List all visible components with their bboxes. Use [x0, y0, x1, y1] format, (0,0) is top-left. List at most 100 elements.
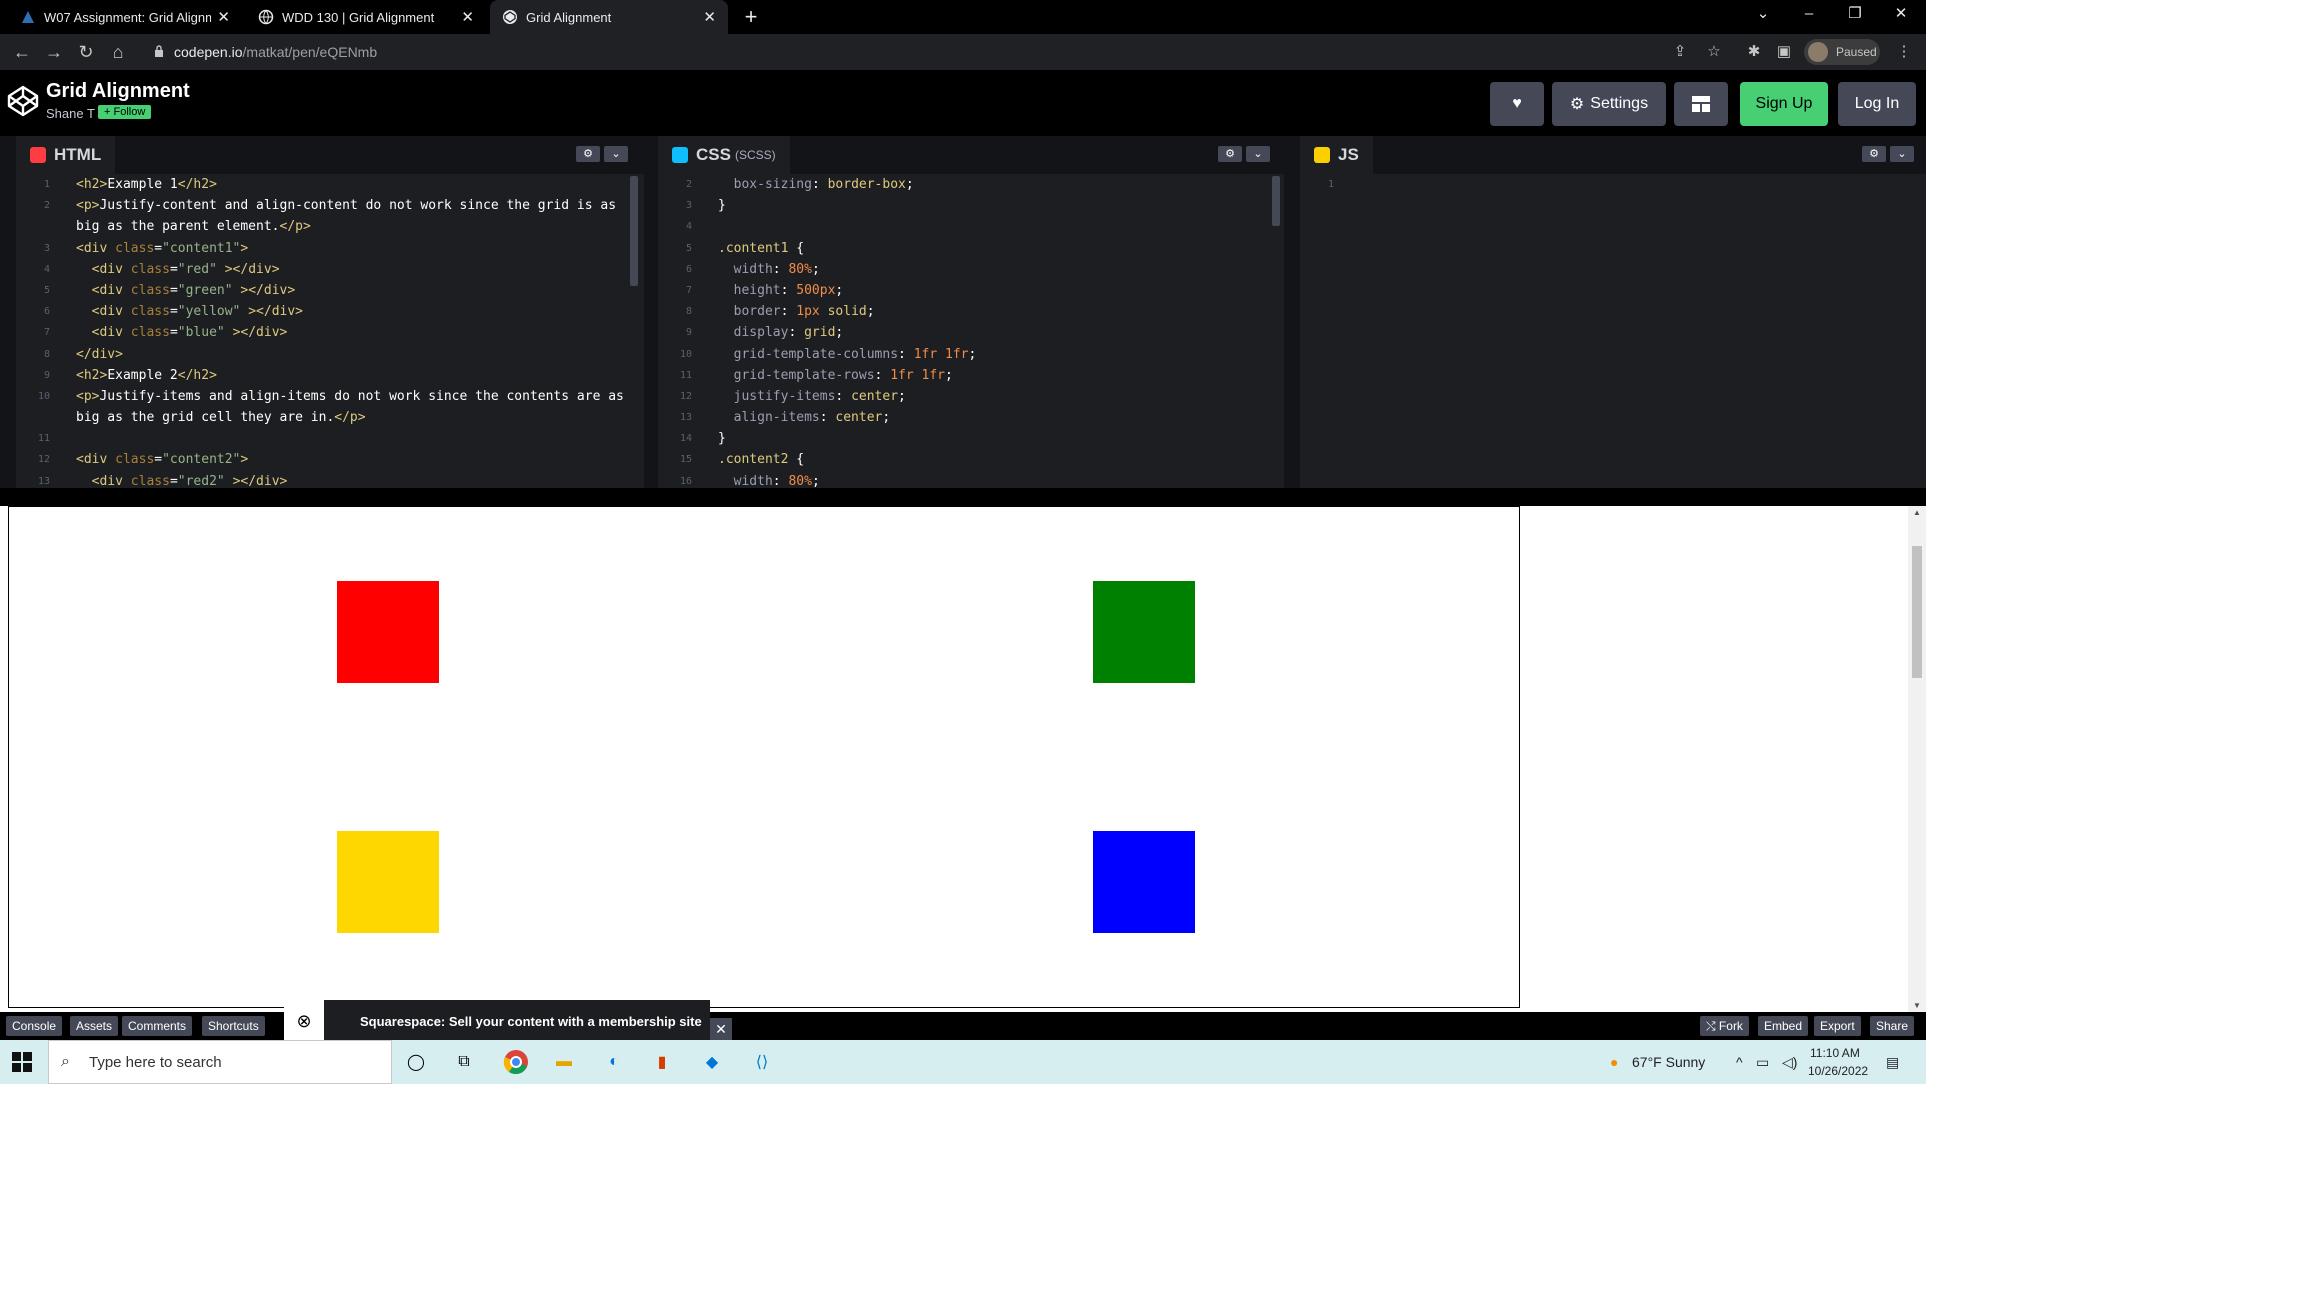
- html-scrollbar[interactable]: [630, 176, 638, 286]
- code-line[interactable]: 13 <div class="red2" ></div>: [16, 471, 644, 488]
- js-editor-tab[interactable]: JS: [1300, 136, 1373, 174]
- settings-button[interactable]: ⚙ Settings: [1552, 82, 1666, 126]
- fork-button[interactable]: ⤭ Fork: [1700, 1016, 1749, 1036]
- code-line[interactable]: 8 </div>: [16, 344, 644, 365]
- weather-text[interactable]: 67°F Sunny: [1632, 1054, 1705, 1070]
- css-code[interactable]: 2 box-sizing: border-box; 3} 4 5 .content1 {…: [658, 174, 1284, 488]
- edge-icon[interactable]: ◐: [600, 1048, 628, 1076]
- embed-button[interactable]: Embed: [1758, 1016, 1809, 1036]
- code-line[interactable]: 10 grid-template-columns: 1fr 1fr;: [658, 344, 1284, 365]
- chevron-down-icon[interactable]: ⌄: [604, 146, 628, 162]
- preview-resize-handle[interactable]: [0, 488, 1926, 506]
- reload-icon[interactable]: ↻: [74, 40, 98, 64]
- html-editor[interactable]: HTML ⚙ ⌄ 1 <h2>Example 1</h2> 2 <p>Justify-…: [16, 136, 644, 488]
- preview-scrollbar[interactable]: ▲ ▼: [1908, 506, 1926, 1012]
- office-icon[interactable]: ▮: [648, 1048, 676, 1076]
- code-line[interactable]: big as the grid cell they are in.</p>: [16, 407, 644, 428]
- code-line[interactable]: 13 align-items: center;: [658, 407, 1284, 428]
- side-panel-icon[interactable]: ▣: [1774, 42, 1794, 62]
- profile-button[interactable]: Paused: [1804, 39, 1880, 65]
- code-line[interactable]: 11: [16, 428, 644, 449]
- share-button[interactable]: Share: [1870, 1016, 1915, 1036]
- pen-author[interactable]: Shane T: [46, 106, 95, 121]
- forward-arrow-icon[interactable]: →: [42, 40, 66, 64]
- js-code[interactable]: 1: [1300, 174, 1926, 488]
- code-line[interactable]: 2 box-sizing: border-box;: [658, 174, 1284, 195]
- code-line[interactable]: 15 .content2 {: [658, 449, 1284, 470]
- code-line[interactable]: 3}: [658, 195, 1284, 216]
- code-line[interactable]: 6 <div class="yellow" ></div>: [16, 301, 644, 322]
- browser-tab-3-active[interactable]: Grid Alignment ✕: [490, 0, 728, 34]
- code-line[interactable]: 12 justify-items: center;: [658, 386, 1284, 407]
- shortcuts-button[interactable]: Shortcuts: [202, 1016, 265, 1036]
- code-line[interactable]: 3 <div class="content1">: [16, 238, 644, 259]
- code-line[interactable]: 7 height: 500px;: [658, 280, 1284, 301]
- ad-banner[interactable]: ⊗ Squarespace: Sell your content with a …: [284, 1000, 710, 1042]
- layout-button[interactable]: [1674, 82, 1728, 126]
- extensions-icon[interactable]: ✱: [1744, 42, 1764, 62]
- code-line[interactable]: 1: [1300, 174, 1926, 195]
- code-line[interactable]: 6 width: 80%;: [658, 259, 1284, 280]
- css-scrollbar[interactable]: [1272, 176, 1280, 226]
- code-line[interactable]: 16 width: 80%;: [658, 471, 1284, 488]
- code-line[interactable]: 5 <div class="green" ></div>: [16, 280, 644, 301]
- app-icon[interactable]: ◆: [698, 1048, 726, 1076]
- file-explorer-icon[interactable]: ▬: [550, 1048, 578, 1076]
- chrome-icon[interactable]: [502, 1048, 530, 1076]
- close-window-button[interactable]: ✕: [1878, 0, 1924, 30]
- back-arrow-icon[interactable]: ←: [10, 40, 34, 64]
- gear-icon[interactable]: ⚙: [1218, 146, 1242, 162]
- follow-button[interactable]: + Follow: [98, 105, 152, 119]
- code-line[interactable]: 11 grid-template-rows: 1fr 1fr;: [658, 365, 1284, 386]
- sign-up-button[interactable]: Sign Up: [1740, 82, 1828, 126]
- ad-close-button[interactable]: ✕: [710, 1018, 732, 1040]
- tray-chevron-icon[interactable]: ^: [1736, 1054, 1743, 1070]
- code-line[interactable]: 9 <h2>Example 2</h2>: [16, 365, 644, 386]
- taskbar-search-input[interactable]: ⌕ Type here to search: [48, 1040, 392, 1084]
- scroll-down-icon[interactable]: ▼: [1908, 1001, 1926, 1010]
- home-icon[interactable]: ⌂: [106, 40, 130, 64]
- close-icon[interactable]: ✕: [461, 8, 474, 26]
- code-line[interactable]: 1 <h2>Example 1</h2>: [16, 174, 644, 195]
- network-icon[interactable]: ▭: [1756, 1054, 1769, 1071]
- vscode-icon[interactable]: ⟨⟩: [748, 1048, 776, 1076]
- close-icon[interactable]: ✕: [217, 8, 230, 26]
- code-line[interactable]: 9 display: grid;: [658, 322, 1284, 343]
- volume-icon[interactable]: ◁): [1782, 1054, 1797, 1071]
- export-button[interactable]: Export: [1814, 1016, 1861, 1036]
- address-bar[interactable]: codepen.io/matkat/pen/eQENmb: [146, 38, 1726, 66]
- scroll-up-icon[interactable]: ▲: [1908, 508, 1926, 517]
- scroll-thumb[interactable]: [1912, 546, 1922, 678]
- css-editor[interactable]: CSS (SCSS) ⚙ ⌄ 2 box-sizing: border-box;…: [658, 136, 1284, 488]
- menu-dots-icon[interactable]: ⋮: [1894, 42, 1914, 62]
- gear-icon[interactable]: ⚙: [1862, 146, 1886, 162]
- cortana-icon[interactable]: ◯: [402, 1048, 430, 1076]
- css-editor-tab[interactable]: CSS (SCSS): [658, 136, 790, 174]
- tab-search-icon[interactable]: ⌄: [1740, 0, 1786, 30]
- clock-time[interactable]: 11:10 AM: [1810, 1046, 1860, 1060]
- code-line[interactable]: 8 border: 1px solid;: [658, 301, 1284, 322]
- console-button[interactable]: Console: [6, 1016, 63, 1036]
- codepen-logo-icon[interactable]: [6, 84, 40, 118]
- browser-tab-1[interactable]: W07 Assignment: Grid Alignment ✕: [8, 0, 242, 34]
- star-icon[interactable]: ☆: [1704, 42, 1724, 62]
- log-in-button[interactable]: Log In: [1838, 82, 1916, 126]
- windows-start-icon[interactable]: [10, 1050, 34, 1074]
- code-line[interactable]: 7 <div class="blue" ></div>: [16, 322, 644, 343]
- close-icon[interactable]: ✕: [703, 8, 716, 26]
- code-line[interactable]: 10 <p>Justify-items and align-items do no…: [16, 386, 644, 407]
- html-editor-tab[interactable]: HTML: [16, 136, 116, 174]
- chevron-down-icon[interactable]: ⌄: [1246, 146, 1270, 162]
- js-editor[interactable]: JS ⚙ ⌄ 1: [1300, 136, 1926, 488]
- clock-date[interactable]: 10/26/2022: [1808, 1064, 1868, 1078]
- browser-tab-2[interactable]: WDD 130 | Grid Alignment ✕: [246, 0, 486, 34]
- notifications-icon[interactable]: ▤: [1886, 1054, 1899, 1071]
- assets-button[interactable]: Assets: [70, 1016, 119, 1036]
- heart-button[interactable]: ♥: [1490, 82, 1544, 126]
- chevron-down-icon[interactable]: ⌄: [1890, 146, 1914, 162]
- gear-icon[interactable]: ⚙: [576, 146, 600, 162]
- code-line[interactable]: 12 <div class="content2">: [16, 449, 644, 470]
- code-line[interactable]: 14}: [658, 428, 1284, 449]
- html-code[interactable]: 1 <h2>Example 1</h2> 2 <p>Justify-content a…: [16, 174, 644, 488]
- code-line[interactable]: 5 .content1 {: [658, 238, 1284, 259]
